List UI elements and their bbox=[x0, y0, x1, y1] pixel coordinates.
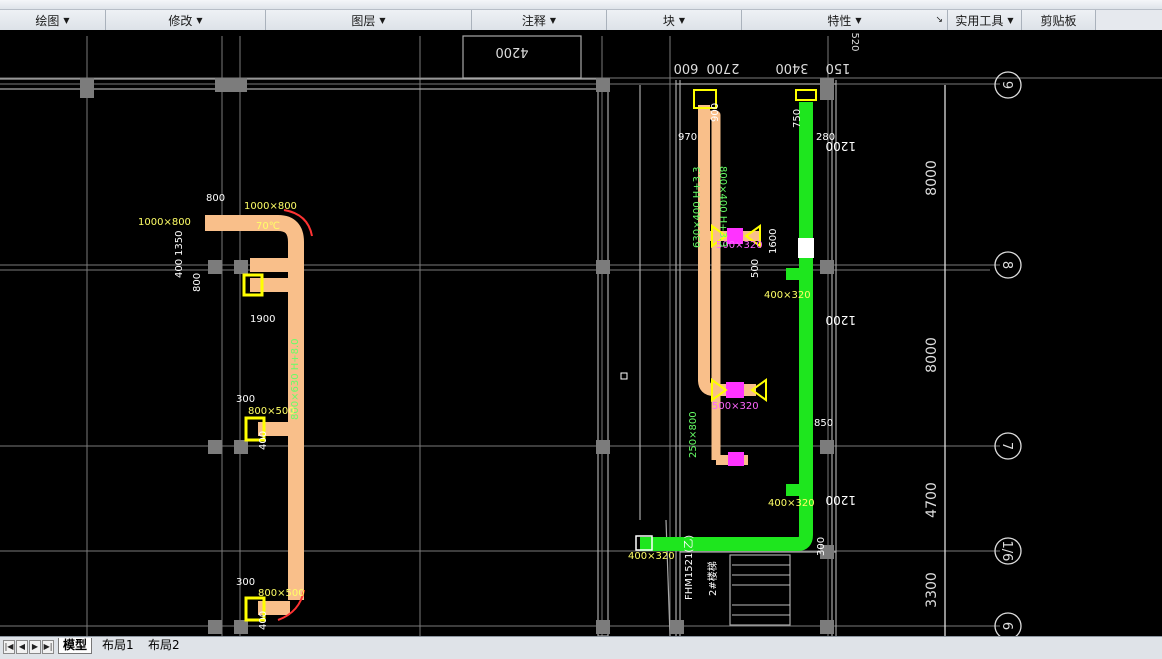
chevron-down-icon: ▼ bbox=[678, 15, 686, 25]
label-left-1000x800-top: 1000×800 bbox=[244, 201, 297, 212]
label-left-800x500a: 800×500 bbox=[248, 406, 295, 417]
panel-block[interactable]: 块 ▼ bbox=[607, 10, 742, 30]
tab-layout2[interactable]: 布局2 bbox=[144, 638, 184, 653]
label-right-1600: 1600 bbox=[768, 229, 779, 254]
magenta-valves bbox=[726, 228, 744, 466]
panel-modify-label: 修改 bbox=[168, 13, 193, 28]
label-right-750: 750 bbox=[792, 109, 803, 128]
label-right-500: 500 bbox=[750, 259, 761, 278]
ucs-marker bbox=[620, 372, 628, 380]
dim-top-520: 520 bbox=[849, 32, 860, 51]
ribbon-command-row bbox=[0, 0, 1162, 10]
label-left-70c: 70℃ bbox=[256, 221, 280, 232]
first-tab-icon[interactable]: |◀ bbox=[3, 640, 15, 654]
panel-clipboard[interactable]: 剪贴板 bbox=[1022, 10, 1096, 30]
chevron-down-icon: ▼ bbox=[379, 15, 386, 25]
panel-modify[interactable]: 修改 ▼ bbox=[106, 10, 266, 30]
stair-lines bbox=[732, 564, 790, 616]
dialog-launcher-icon[interactable]: ↘ bbox=[935, 15, 943, 25]
chevron-down-icon: ▼ bbox=[196, 15, 203, 25]
dim-top-150: 150 bbox=[826, 60, 851, 75]
label-left-400c: 400 bbox=[258, 611, 269, 630]
dim-top-3400: 3400 bbox=[775, 60, 808, 75]
dim-right-8000-a: 8000 bbox=[924, 160, 940, 196]
label-left-800b: 800 bbox=[192, 273, 203, 292]
last-tab-icon[interactable]: ▶| bbox=[42, 640, 54, 654]
dim-top-2700: 2700 bbox=[706, 60, 739, 75]
ribbon: 绘图 ▼ 修改 ▼ 图层 ▼ 注释 ▼ 块 ▼ 特性 ▼ ↘ 实用工具 ▼ 剪贴板 bbox=[0, 0, 1162, 31]
chevron-down-icon: ▼ bbox=[855, 15, 862, 25]
panel-properties[interactable]: 特性 ▼ ↘ bbox=[742, 10, 948, 30]
prev-tab-icon[interactable]: ◀ bbox=[16, 640, 28, 654]
panel-block-label: 块 bbox=[662, 13, 675, 28]
label-right-400x320c: 400×320 bbox=[628, 551, 675, 562]
grid-bubble-1-6: 1/6 bbox=[999, 541, 1014, 562]
label-right-green-duct: 800×400 H+3.3 bbox=[717, 166, 728, 248]
tab-layout1[interactable]: 布局1 bbox=[98, 638, 138, 653]
label-left-800x500b: 800×500 bbox=[258, 588, 305, 599]
label-left-300a: 300 bbox=[236, 394, 255, 405]
chevron-down-icon: ▼ bbox=[549, 15, 557, 25]
label-stair: 2#楼梯 bbox=[706, 561, 719, 596]
label-right-850: 850 bbox=[814, 418, 833, 429]
panel-clipboard-label: 剪贴板 bbox=[1040, 13, 1077, 28]
layout-tab-bar: |◀ ◀ ▶ ▶| 模型 布局1 布局2 bbox=[0, 636, 1162, 659]
label-right-orange-duct: 630×400 H+3.3 bbox=[692, 166, 703, 248]
label-left-400: 400 bbox=[174, 259, 185, 278]
label-left-400b: 400 bbox=[258, 431, 269, 450]
label-left-1000x800: 1000×800 bbox=[138, 217, 191, 228]
panel-utilities-label: 实用工具 bbox=[955, 13, 1004, 28]
panel-annotation[interactable]: 注释 ▼ bbox=[472, 10, 607, 30]
grid-bubble-9: 9 bbox=[999, 81, 1014, 89]
label-left-1900: 1900 bbox=[250, 314, 275, 325]
label-right-250x800: 250×800 bbox=[688, 411, 699, 458]
dim-top-4200: 4200 bbox=[495, 44, 528, 59]
label-left-300b: 300 bbox=[236, 577, 255, 588]
panel-draw-label: 绘图 bbox=[35, 13, 60, 28]
dim-right-8000-b: 8000 bbox=[924, 337, 940, 373]
drawing-canvas[interactable]: 9 8 7 1/6 6 4200 600 2700 3400 150 520 8… bbox=[0, 30, 1162, 636]
panel-layers[interactable]: 图层 ▼ bbox=[266, 10, 472, 30]
tab-model[interactable]: 模型 bbox=[58, 638, 93, 654]
label-right-1200c: 1200 bbox=[825, 493, 856, 507]
label-right-400x320a: 400×320 bbox=[764, 290, 811, 301]
panel-utilities[interactable]: 实用工具 ▼ bbox=[948, 10, 1022, 30]
panel-annotation-label: 注释 bbox=[521, 13, 546, 28]
label-door-fhm: FHM1521(乙) bbox=[683, 535, 695, 600]
grid-bubble-8: 8 bbox=[999, 261, 1014, 269]
grid-lines bbox=[0, 36, 1162, 636]
panel-layers-label: 图层 bbox=[351, 13, 376, 28]
panel-properties-label: 特性 bbox=[827, 13, 852, 28]
duct-green-reducer bbox=[798, 238, 814, 258]
label-right-970: 970 bbox=[678, 132, 697, 143]
grid-bubble-7: 7 bbox=[999, 442, 1014, 450]
grid-bubble-6: 6 bbox=[999, 622, 1014, 630]
chevron-down-icon: ▼ bbox=[1007, 15, 1014, 25]
label-right-500x320b: 500×320 bbox=[712, 401, 759, 412]
dim-right-4700: 4700 bbox=[924, 482, 940, 518]
label-left-800: 800 bbox=[206, 193, 225, 204]
next-tab-icon[interactable]: ▶ bbox=[29, 640, 41, 654]
label-right-300: 300 bbox=[816, 537, 827, 556]
chevron-down-icon: ▼ bbox=[63, 15, 70, 25]
label-right-1200b: 1200 bbox=[825, 313, 856, 327]
label-right-280: 280 bbox=[816, 132, 835, 143]
label-right-400x320b: 400×320 bbox=[768, 498, 815, 509]
panel-draw[interactable]: 绘图 ▼ bbox=[0, 10, 106, 30]
dim-right-3300: 3300 bbox=[924, 572, 940, 608]
dim-top-600: 600 bbox=[674, 60, 699, 75]
label-right-900: 900 bbox=[710, 103, 721, 122]
label-left-1350: 1350 bbox=[174, 231, 185, 256]
